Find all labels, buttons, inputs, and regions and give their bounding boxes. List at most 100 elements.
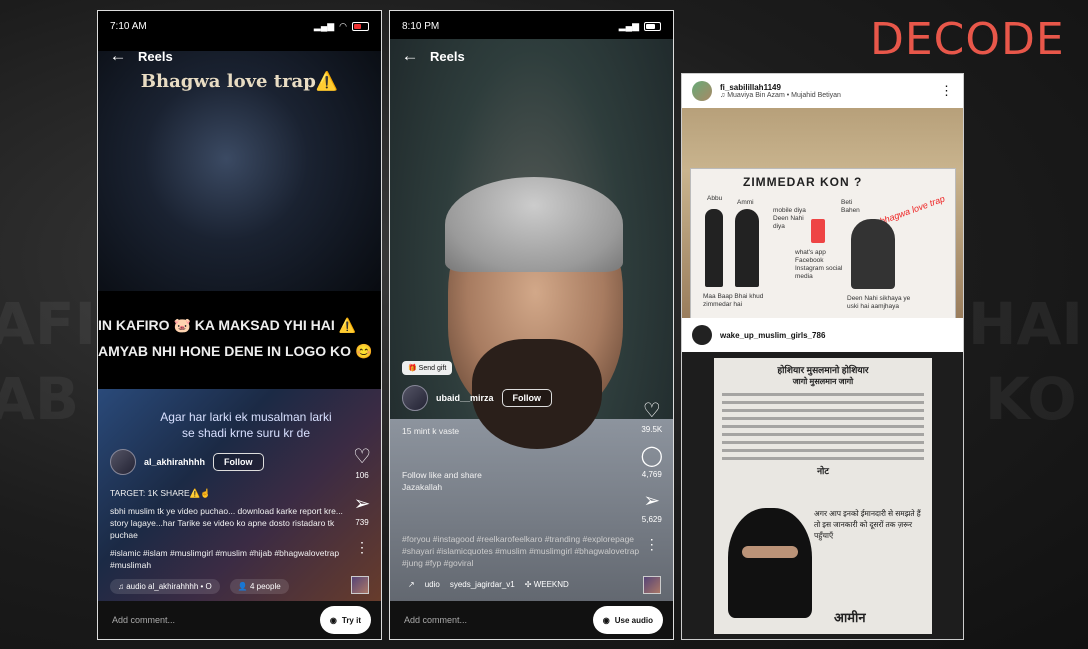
avatar[interactable] xyxy=(110,449,136,475)
post-username[interactable]: fi_sabilillah1149 xyxy=(720,83,932,92)
caption-hashtags[interactable]: #foryou #instagood #reelkarofeelkaro #tr… xyxy=(402,533,642,569)
notice-body: अगर आप इनको ईमानदारी से समझते हैं तो इस … xyxy=(814,509,921,540)
like-count: 106 xyxy=(355,471,369,480)
post-header: wake_up_muslim_girls_786 xyxy=(682,318,963,352)
post-image-notice[interactable]: होशियार मुसलमानो होशियार जागो मुसलमान जा… xyxy=(682,352,963,639)
battery-icon xyxy=(352,21,369,31)
comment-bar: Add comment... ◉ Try it xyxy=(98,601,381,639)
reels-title: Reels xyxy=(138,48,173,64)
reels-header: ← Reels xyxy=(390,45,673,67)
banner-red-tag: bhagwa love trap xyxy=(878,193,947,227)
notice-text-line xyxy=(722,409,924,412)
username[interactable]: al_akhirahhhh xyxy=(144,457,205,467)
back-arrow-icon[interactable]: ← xyxy=(98,46,138,66)
heart-icon[interactable]: ♡ xyxy=(353,447,371,467)
girl-figure-icon xyxy=(851,219,895,289)
caption-hashtags[interactable]: #islamic #islam #muslimgirl #muslim #hij… xyxy=(110,547,345,571)
audio-thumbnail[interactable] xyxy=(351,576,369,594)
signal-icon: ▂▄▆ xyxy=(313,20,335,31)
audio-source[interactable]: syeds_jagirdar_v1 xyxy=(450,580,515,589)
banner-title: ZIMMEDAR KON ? xyxy=(743,175,863,189)
avatar[interactable] xyxy=(402,385,428,411)
notice-subtitle: जागो मुसलमान जागो xyxy=(792,377,854,386)
audio-row: ♫ audio al_akhirahhhh • O 👤 4 people xyxy=(110,579,289,594)
heart-icon[interactable]: ♡ xyxy=(643,401,661,421)
back-arrow-icon[interactable]: ← xyxy=(390,46,430,66)
post-audio[interactable]: Muaviya Bin Azam • Mujahid Betiyan xyxy=(727,92,841,99)
camera-icon: ◉ xyxy=(602,615,610,625)
hindi-notice: होशियार मुसलमानो होशियार जागो मुसलमान जा… xyxy=(714,358,932,634)
notice-note: नोट xyxy=(817,466,829,476)
scrolling-banner-text: IN KAFIRO 🐷 KA MAKSAD YHI HAI ⚠️ xyxy=(98,317,357,333)
comment-icon[interactable]: ◯ xyxy=(641,446,663,466)
comment-input[interactable]: Add comment... xyxy=(404,615,467,625)
follow-button[interactable]: Follow xyxy=(501,389,553,407)
caption-line: sbhi muslim tk ye video puchao... downlo… xyxy=(110,506,343,540)
audio-label[interactable]: udio xyxy=(425,580,440,589)
comment-count: 4,769 xyxy=(641,470,662,479)
more-icon[interactable]: ⋮ xyxy=(940,83,953,99)
comment-input[interactable]: Add comment... xyxy=(112,615,175,625)
username[interactable]: ubaid__mirza xyxy=(436,393,494,403)
send-gift-label: Send gift xyxy=(418,365,447,372)
niqab-illustration xyxy=(728,508,812,618)
notice-text-line xyxy=(722,425,924,428)
like-count: 39.5K xyxy=(641,425,663,434)
audio-thumbnail[interactable] xyxy=(643,576,661,594)
reel-actions: ♡ 106 ➢ 739 ⋮ xyxy=(353,447,371,557)
gift-icon: 🎁 xyxy=(408,365,419,372)
camera-icon: ◉ xyxy=(329,615,337,625)
reels-header: ← Reels xyxy=(98,45,381,67)
notice-text-line xyxy=(722,457,924,460)
status-icons: ▂▄▆ xyxy=(619,21,661,32)
use-audio-label: Use audio xyxy=(614,615,653,625)
share-count: 739 xyxy=(355,518,369,527)
banner-label: Deen Nahi sikhaya ye uski hai aamjhaya xyxy=(847,295,911,310)
banner-label: Abbu xyxy=(707,195,723,202)
battery-icon xyxy=(644,21,661,31)
avatar[interactable] xyxy=(692,81,712,101)
try-it-button[interactable]: ◉ Try it xyxy=(319,606,371,634)
caption-line: Follow like and share xyxy=(402,470,482,480)
share-icon[interactable]: ➢ xyxy=(354,494,371,514)
banner-label: what's app Facebook Instagram social med… xyxy=(795,249,843,280)
more-icon[interactable]: ⋮ xyxy=(645,534,659,554)
share-icon[interactable]: ➢ xyxy=(643,491,660,511)
father-figure-icon xyxy=(705,209,723,287)
reel-actions: ♡ 39.5K ◯ 4,769 ➢ 5,629 ⋮ xyxy=(641,401,663,554)
music-note-icon: ♫ xyxy=(118,582,127,591)
caption-line: TARGET: 1K SHARE⚠️☝️ xyxy=(110,488,211,498)
phone-icon xyxy=(811,219,825,243)
try-it-label: Try it xyxy=(341,615,361,625)
status-time: 8:10 PM xyxy=(402,20,440,32)
post-image-banner[interactable]: ZIMMEDAR KON ? Abbu Ammi Beti Bahen mobi… xyxy=(682,108,963,326)
notice-text-line xyxy=(722,441,924,444)
caption-line: Jazakallah xyxy=(402,482,443,492)
post-header: fi_sabilillah1149 ♫ Muaviya Bin Azam • M… xyxy=(682,74,963,108)
audio-extra[interactable]: ✣ WEEKND xyxy=(525,580,569,589)
use-audio-button[interactable]: ◉ Use audio xyxy=(592,606,663,634)
audio-extra-label: WEEKND xyxy=(533,580,569,589)
caption-line: 15 mint k vaste xyxy=(402,426,460,436)
send-gift-button[interactable]: 🎁 Send gift xyxy=(402,361,453,375)
notice-text-line xyxy=(722,401,924,404)
people-pill[interactable]: 👤 4 people xyxy=(229,579,289,594)
notice-text-line xyxy=(722,433,924,436)
background-text: KO xyxy=(985,365,1077,433)
notice-text-line xyxy=(722,393,924,396)
post-username[interactable]: wake_up_muslim_girls_786 xyxy=(720,331,955,340)
notice-title: होशियार मुसलमानो होशियार xyxy=(777,365,869,375)
more-icon[interactable]: ⋮ xyxy=(355,537,369,557)
avatar[interactable] xyxy=(692,325,712,345)
comment-bar: Add comment... ◉ Use audio xyxy=(390,601,673,639)
background-text: HAI xyxy=(968,290,1084,358)
banner-label: mobile diya Deen Nahi diya xyxy=(773,207,806,230)
person-icon: 👤 xyxy=(237,582,250,591)
banner-label: Ammi xyxy=(737,199,754,206)
share-count: 5,629 xyxy=(641,515,662,524)
audio-pill[interactable]: ♫ audio al_akhirahhhh • O xyxy=(110,579,220,594)
follow-button[interactable]: Follow xyxy=(213,453,264,471)
reel-user-row: ubaid__mirza Follow xyxy=(402,385,553,411)
signal-icon: ▂▄▆ xyxy=(618,20,639,31)
audio-arrow-icon: ↗ xyxy=(408,580,415,589)
